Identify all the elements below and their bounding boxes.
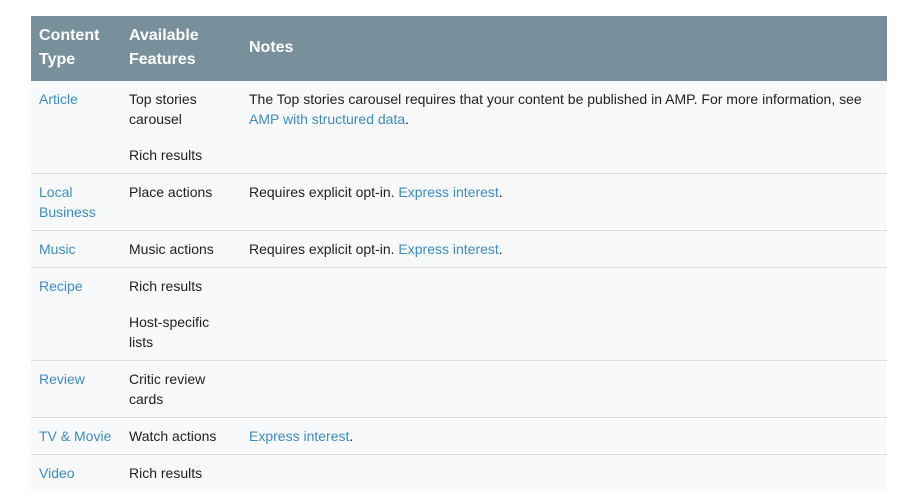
feature-item: Rich results: [129, 147, 203, 163]
content-type-cell: Music: [31, 230, 121, 268]
notes-cell: Express interest.: [241, 417, 887, 455]
notes-link[interactable]: Express interest: [398, 241, 498, 257]
feature-item: Watch actions: [129, 428, 217, 444]
notes-link[interactable]: AMP with structured data: [249, 111, 405, 127]
notes-text: The Top stories carousel requires that y…: [249, 91, 862, 107]
notes-text: Requires explicit opt-in.: [249, 184, 399, 200]
table-row: TV & Movie Watch actions Express interest.: [31, 417, 887, 455]
header-available-features: Available Features: [121, 16, 241, 81]
content-type-link[interactable]: Local Business: [39, 184, 96, 220]
content-type-link[interactable]: Music: [39, 241, 76, 257]
features-cell: Critic review cards: [121, 360, 241, 418]
content-type-link[interactable]: Review: [39, 371, 85, 387]
notes-suffix: .: [498, 241, 503, 257]
notes-link[interactable]: Express interest: [398, 184, 498, 200]
content-type-cell: Review: [31, 360, 121, 418]
features-cell: Place actions: [121, 173, 241, 231]
notes-cell: Requires explicit opt-in. Express intere…: [241, 230, 887, 268]
notes-cell: The Top stories carousel requires that y…: [241, 81, 887, 174]
feature-item: Music actions: [129, 241, 214, 257]
content-type-link[interactable]: Recipe: [39, 278, 83, 294]
content-type-link[interactable]: Video: [39, 465, 75, 481]
content-type-cell: Video: [31, 454, 121, 491]
notes-cell: [241, 267, 887, 361]
features-cell: Music actions: [121, 230, 241, 268]
feature-item: Top stories carousel: [129, 91, 197, 127]
table-row: Recipe Rich results Host-specific lists: [31, 267, 887, 361]
content-type-link[interactable]: TV & Movie: [39, 428, 111, 444]
content-features-table: Content Type Available Features Notes Ar…: [31, 16, 887, 491]
notes-text: Requires explicit opt-in.: [249, 241, 399, 257]
content-type-cell: Article: [31, 81, 121, 174]
table-row: Music Music actions Requires explicit opt-…: [31, 230, 887, 268]
features-cell: Top stories carousel Rich results: [121, 81, 241, 174]
content-type-link[interactable]: Article: [39, 91, 78, 107]
table-body: Article Top stories carousel Rich results T…: [31, 81, 887, 491]
feature-item: Critic review cards: [129, 371, 206, 407]
content-type-cell: TV & Movie: [31, 417, 121, 455]
feature-item: Rich results: [129, 465, 203, 481]
feature-item: Place actions: [129, 184, 213, 200]
feature-item: Rich results: [129, 278, 203, 294]
header-content-type: Content Type: [31, 16, 121, 81]
table-header-row: Content Type Available Features Notes: [31, 16, 887, 81]
features-cell: Rich results: [121, 454, 241, 491]
notes-cell: [241, 360, 887, 418]
features-cell: Rich results Host-specific lists: [121, 267, 241, 361]
table-row: Article Top stories carousel Rich results T…: [31, 81, 887, 174]
content-type-cell: Recipe: [31, 267, 121, 361]
feature-item: Host-specific lists: [129, 314, 210, 350]
header-notes: Notes: [241, 16, 887, 81]
notes-cell: [241, 454, 887, 491]
features-cell: Watch actions: [121, 417, 241, 455]
notes-suffix: .: [349, 428, 354, 444]
table-row: Local Business Place actions Requires expl…: [31, 173, 887, 231]
notes-cell: Requires explicit opt-in. Express intere…: [241, 173, 887, 231]
notes-suffix: .: [498, 184, 503, 200]
notes-link[interactable]: Express interest: [249, 428, 349, 444]
table-row: Review Critic review cards: [31, 360, 887, 418]
notes-suffix: .: [405, 111, 410, 127]
table-row: Video Rich results: [31, 454, 887, 491]
content-type-cell: Local Business: [31, 173, 121, 231]
